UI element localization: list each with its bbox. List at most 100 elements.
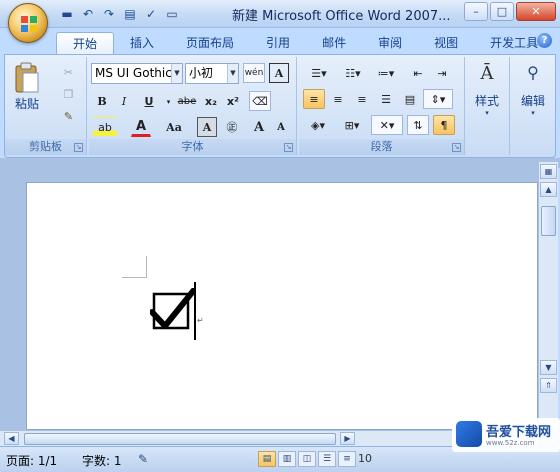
align-right-icon[interactable]: ≡ (351, 89, 373, 109)
close-button[interactable]: ✕ (516, 2, 556, 21)
tab-review[interactable]: 审阅 (362, 32, 418, 54)
change-case-button[interactable]: Aa (161, 117, 187, 137)
redo-icon[interactable]: ↷ (100, 5, 118, 23)
highlight-button[interactable]: ab (93, 117, 117, 137)
minimize-button[interactable]: – (464, 2, 488, 21)
paste-button[interactable]: 粘贴 (13, 61, 41, 112)
shading-icon[interactable]: ◈▾ (303, 115, 333, 135)
tab-insert[interactable]: 插入 (114, 32, 170, 54)
scroll-down-icon[interactable]: ▼ (540, 360, 557, 375)
align-left-icon[interactable]: ≡ (303, 89, 325, 109)
title-bar: ▬ ↶ ↷ ▤ ✓ ▭ 新建 Microsoft Office Word 200… (0, 0, 560, 28)
line-spacing-icon[interactable]: ⇕▾ (423, 89, 453, 109)
justify-icon[interactable]: ☰ (375, 89, 397, 109)
font-size-dropdown-icon[interactable]: ▼ (227, 64, 238, 83)
align-center-icon[interactable]: ≡ (327, 89, 349, 109)
italic-button[interactable]: I (115, 91, 133, 111)
cut-icon[interactable]: ✂ (59, 63, 78, 82)
tab-home[interactable]: 开始 (56, 32, 115, 54)
editing-group[interactable]: ⚲ 编辑 ▾ (509, 57, 555, 155)
multilevel-list-icon[interactable]: ≔▾ (371, 63, 401, 83)
strikethrough-button[interactable]: abe (175, 91, 199, 111)
font-size-value: 小初 (189, 66, 214, 80)
phonetic-guide-button[interactable]: wén (243, 63, 265, 83)
zoom-level[interactable]: 10 (358, 452, 372, 465)
page-count[interactable]: 页面: 1/1 (6, 452, 57, 469)
office-button[interactable] (8, 3, 48, 43)
site-logo-icon (456, 421, 482, 447)
proofing-icon[interactable]: ✎ (138, 452, 148, 466)
scroll-left-icon[interactable]: ◀ (4, 432, 19, 445)
numbering-icon[interactable]: ☷▾ (337, 63, 369, 83)
watermark-text: 吾爱下载网 (486, 425, 552, 440)
bold-button[interactable]: B (93, 91, 111, 111)
print-layout-icon[interactable]: ▤ (258, 451, 276, 467)
tab-page-layout[interactable]: 页面布局 (170, 32, 250, 54)
undo-icon[interactable]: ↶ (79, 5, 97, 23)
underline-button[interactable]: U (139, 91, 159, 111)
show-marks-icon[interactable]: ¶ (433, 115, 455, 135)
editing-label: 编辑 (520, 94, 545, 108)
font-size-combo[interactable]: 小初 ▼ (185, 63, 239, 84)
spell-icon[interactable]: ✓ (142, 5, 160, 23)
editing-button[interactable]: ⚲ 编辑 ▾ (516, 63, 550, 117)
tab-references[interactable]: 引用 (250, 32, 306, 54)
chinese-layout-icon[interactable]: ✕▾ (371, 115, 403, 135)
decrease-indent-icon[interactable]: ⇤ (407, 63, 429, 83)
binoculars-icon: ⚲ (527, 63, 539, 82)
paragraph-launcher-icon[interactable]: ↘ (452, 143, 461, 152)
word-count[interactable]: 字数: 1 (82, 452, 122, 469)
superscript-button[interactable]: x² (223, 91, 243, 111)
font-launcher-icon[interactable]: ↘ (284, 143, 293, 152)
paste-label: 粘贴 (14, 97, 39, 111)
font-color-button[interactable]: A (131, 117, 151, 137)
shrink-font-button[interactable]: A (271, 117, 291, 137)
full-screen-reading-icon[interactable]: ▥ (278, 451, 296, 467)
site-watermark: 吾爱下载网 www.52z.com (452, 418, 560, 452)
paragraph-group: ☰▾ ☷▾ ≔▾ ⇤ ⇥ ≡ ≡ ≡ ☰ ▤ ⇕▾ ◈▾ ⊞▾ ✕▾ ⇅ ¶ 段… (299, 57, 465, 155)
web-layout-icon[interactable]: ◫ (298, 451, 316, 467)
bullets-icon[interactable]: ☰▾ (303, 63, 335, 83)
text-cursor (194, 282, 196, 340)
styles-button[interactable]: Ā 样式 ▾ (471, 63, 503, 117)
paste-icon (15, 62, 39, 93)
open-icon[interactable]: ▭ (163, 5, 181, 23)
prev-page-icon[interactable]: ⇑ (540, 378, 557, 393)
help-icon[interactable]: ? (537, 33, 552, 48)
format-painter-icon[interactable]: ✎ (59, 107, 78, 126)
maximize-button[interactable]: □ (490, 2, 514, 21)
subscript-button[interactable]: x₂ (201, 91, 221, 111)
outline-view-icon[interactable]: ☰ (318, 451, 336, 467)
font-name-combo[interactable]: MS UI Gothic ▼ (91, 63, 183, 84)
distributed-icon[interactable]: ▤ (399, 89, 421, 109)
clipboard-launcher-icon[interactable]: ↘ (74, 143, 83, 152)
save-icon[interactable]: ▬ (58, 5, 76, 23)
borders-icon[interactable]: ⊞▾ (337, 115, 367, 135)
font-name-dropdown-icon[interactable]: ▼ (171, 64, 182, 83)
enclose-char-icon[interactable]: ㊣ (221, 117, 243, 137)
print-preview-icon[interactable]: ▤ (121, 5, 139, 23)
char-border-button[interactable]: A (269, 63, 289, 83)
sort-icon[interactable]: ⇅ (407, 115, 429, 135)
font-group-label: 字体 (89, 139, 296, 155)
horizontal-scroll-thumb[interactable] (24, 433, 336, 445)
styles-group[interactable]: Ā 样式 ▾ (467, 57, 507, 155)
vertical-scroll-thumb[interactable] (541, 206, 556, 236)
vertical-scrollbar[interactable]: ▦ ▲ ▼ ⇑ (538, 162, 558, 430)
checked-box-symbol[interactable] (150, 288, 196, 334)
char-shading-button[interactable]: A (197, 117, 217, 137)
ruler-toggle-icon[interactable]: ▦ (540, 164, 557, 179)
clear-format-icon[interactable]: ⌫ (249, 91, 271, 111)
draft-view-icon[interactable]: ≡ (338, 451, 356, 467)
grow-font-button[interactable]: A (249, 117, 269, 137)
tab-mailings[interactable]: 邮件 (306, 32, 362, 54)
margin-corner-mark (122, 256, 147, 278)
ribbon: 粘贴 ✂ ❐ ✎ 剪贴板 ↘ MS UI Gothic ▼ 小初 ▼ wén A… (4, 54, 556, 158)
tab-view[interactable]: 视图 (418, 32, 474, 54)
document-page[interactable] (26, 182, 538, 430)
scroll-up-icon[interactable]: ▲ (540, 182, 557, 197)
increase-indent-icon[interactable]: ⇥ (431, 63, 453, 83)
copy-icon[interactable]: ❐ (59, 85, 78, 104)
ribbon-tabs: 开始 插入 页面布局 引用 邮件 审阅 视图 开发工具 (0, 28, 560, 54)
scroll-right-icon[interactable]: ▶ (340, 432, 355, 445)
